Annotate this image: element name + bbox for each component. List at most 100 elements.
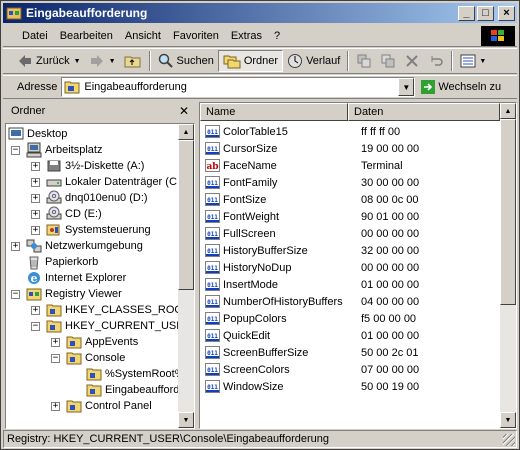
scroll-down-button[interactable]: ▼ — [500, 412, 516, 428]
tree-item[interactable]: %SystemRoot% — [86, 366, 184, 382]
forward-button[interactable]: ▼ — [85, 50, 120, 72]
list-row[interactable]: ab FaceName Terminal — [200, 157, 403, 174]
close-pane-icon[interactable]: ✕ — [179, 104, 189, 118]
menu-help[interactable]: ? — [268, 27, 286, 45]
tree-item-label: Arbeitsplatz — [45, 144, 103, 156]
value-name-cell: 011 NumberOfHistoryBuffers — [205, 295, 352, 308]
title-bar[interactable]: Eingabeaufforderung _ □ × — [3, 3, 517, 23]
column-name-header[interactable]: Name — [200, 103, 348, 121]
folders-button[interactable]: Ordner — [217, 50, 284, 72]
tree-expander-icon[interactable]: + — [31, 162, 40, 171]
tree-item[interactable]: Arbeitsplatz — [26, 142, 102, 158]
menu-extras[interactable]: Extras — [225, 27, 268, 45]
tree-scrollbar[interactable]: ▲ ▼ — [178, 124, 194, 428]
address-label: Adresse — [17, 81, 58, 93]
maximize-button[interactable]: □ — [477, 5, 494, 21]
binary-value-icon: 011 — [205, 227, 220, 240]
scroll-thumb[interactable] — [178, 140, 194, 290]
go-button[interactable]: Wechseln zu — [421, 80, 501, 94]
list-row[interactable]: 011 FontFamily 30 00 00 00 — [200, 174, 419, 191]
tree-item[interactable]: HKEY_CURRENT_USER — [46, 318, 192, 334]
list-row[interactable]: 011 NumberOfHistoryBuffers 04 00 00 00 — [200, 293, 419, 310]
tree-item[interactable]: Registry Viewer — [26, 286, 122, 302]
tree-item[interactable]: Desktop — [8, 126, 67, 142]
list-row[interactable]: 011 ScreenBufferSize 50 00 2c 01 — [200, 344, 419, 361]
value-name-cell: 011 FontSize — [205, 193, 352, 206]
list-row[interactable]: 011 InsertMode 01 00 00 00 — [200, 276, 419, 293]
search-button[interactable]: Suchen — [154, 50, 218, 72]
close-button[interactable]: × — [498, 5, 515, 21]
minimize-button[interactable]: _ — [458, 5, 475, 21]
tree-expander-icon[interactable]: + — [31, 178, 40, 187]
tree-expander-icon[interactable]: + — [31, 194, 40, 203]
scroll-down-button[interactable]: ▼ — [178, 412, 194, 428]
menu-bar: Datei Bearbeiten Ansicht Favoriten Extra… — [3, 25, 517, 47]
menu-datei[interactable]: Datei — [16, 27, 54, 45]
tree-item[interactable]: Systemsteuerung — [46, 222, 151, 238]
copy-to-button[interactable] — [376, 50, 400, 72]
column-data-header[interactable]: Daten — [348, 103, 500, 121]
tree-item[interactable]: AppEvents — [66, 334, 138, 350]
tree-expander-icon[interactable]: + — [31, 306, 40, 315]
list-row[interactable]: 011 FontSize 08 00 0c 00 — [200, 191, 419, 208]
tree-item[interactable]: Papierkorb — [26, 254, 98, 270]
list-row[interactable]: 011 CursorSize 19 00 00 00 — [200, 140, 419, 157]
history-button[interactable]: Verlauf — [283, 50, 344, 72]
value-data: 32 00 00 00 — [361, 244, 420, 257]
tree-item[interactable]: CD (E:) — [46, 206, 102, 222]
undo-button[interactable] — [424, 50, 448, 72]
menu-bearbeiten[interactable]: Bearbeiten — [54, 27, 119, 45]
move-to-button[interactable] — [352, 50, 376, 72]
menu-ansicht[interactable]: Ansicht — [119, 27, 167, 45]
list-row[interactable]: 011 HistoryNoDup 00 00 00 00 — [200, 259, 419, 276]
list-row[interactable]: 011 PopupColors f5 00 00 00 — [200, 310, 416, 327]
list-row[interactable]: 011 ColorTable15 ff ff ff 00 — [200, 123, 400, 140]
back-arrow-icon — [19, 55, 31, 67]
binary-value-icon: 011 — [205, 125, 220, 138]
tree-item[interactable]: 3½-Diskette (A:) — [46, 158, 144, 174]
folder-tree: Desktop − Arbeitsplatz +3½-Diskette (A:) + Lo… — [5, 123, 195, 429]
scroll-thumb[interactable] — [500, 119, 516, 305]
tree-expander-icon[interactable]: + — [31, 210, 40, 219]
list-row[interactable]: 011 HistoryBufferSize 32 00 00 00 — [200, 242, 419, 259]
hard-drive-icon — [46, 179, 62, 187]
tree-expander-icon[interactable]: − — [31, 322, 40, 331]
value-name: ScreenBufferSize — [223, 346, 309, 359]
menu-favoriten[interactable]: Favoriten — [167, 27, 225, 45]
tree-item[interactable]: dnq010enu0 (D:) — [46, 190, 148, 206]
up-button[interactable] — [120, 50, 146, 72]
list-scrollbar[interactable]: ▲ ▼ — [500, 103, 516, 428]
address-input[interactable]: Eingabeaufforderung ▼ — [61, 77, 416, 97]
chevron-down-icon: ▼ — [73, 57, 81, 65]
tree-expander-icon[interactable]: − — [11, 290, 20, 299]
list-row[interactable]: 011 WindowSize 50 00 19 00 — [200, 378, 419, 395]
tree-expander-icon[interactable]: + — [31, 226, 40, 235]
views-button[interactable]: ▼ — [456, 50, 490, 72]
tree-expander-icon[interactable]: + — [51, 402, 60, 411]
tree-expander-icon[interactable]: − — [11, 146, 20, 155]
resize-grip[interactable] — [503, 434, 515, 446]
copy-to-icon — [381, 54, 395, 68]
scroll-up-button[interactable]: ▲ — [500, 103, 516, 119]
scroll-up-button[interactable]: ▲ — [178, 124, 194, 140]
tree-item[interactable]: Console — [66, 350, 125, 366]
svg-text:011: 011 — [207, 316, 218, 323]
list-row[interactable]: 011 ScreenColors 07 00 00 00 — [200, 361, 419, 378]
value-name-cell: 011 FullScreen — [205, 227, 352, 240]
tree-item[interactable]: e Internet Explorer — [26, 270, 126, 286]
tree-expander-icon[interactable]: + — [11, 242, 20, 251]
folders-icon — [223, 55, 241, 69]
tree-expander-icon[interactable]: + — [51, 338, 60, 347]
list-row[interactable]: 011 FontWeight 90 01 00 00 — [200, 208, 419, 225]
tree-item[interactable]: Netzwerkumgebung — [26, 238, 143, 254]
tree-expander-icon[interactable]: − — [51, 354, 60, 363]
address-dropdown-button[interactable]: ▼ — [398, 78, 415, 96]
back-button[interactable]: Zurück ▼ — [13, 50, 85, 72]
delete-button[interactable] — [400, 50, 424, 72]
list-row[interactable]: 011 FullScreen 00 00 00 00 — [200, 225, 419, 242]
list-row[interactable]: 011 QuickEdit 01 00 00 00 — [200, 327, 419, 344]
tree-item[interactable]: Lokaler Datenträger (C — [46, 174, 177, 190]
tree-item[interactable]: HKEY_CLASSES_ROOT — [46, 302, 190, 318]
tree-item[interactable]: Control Panel — [66, 398, 152, 414]
value-name-cell: 011 FontWeight — [205, 210, 352, 223]
